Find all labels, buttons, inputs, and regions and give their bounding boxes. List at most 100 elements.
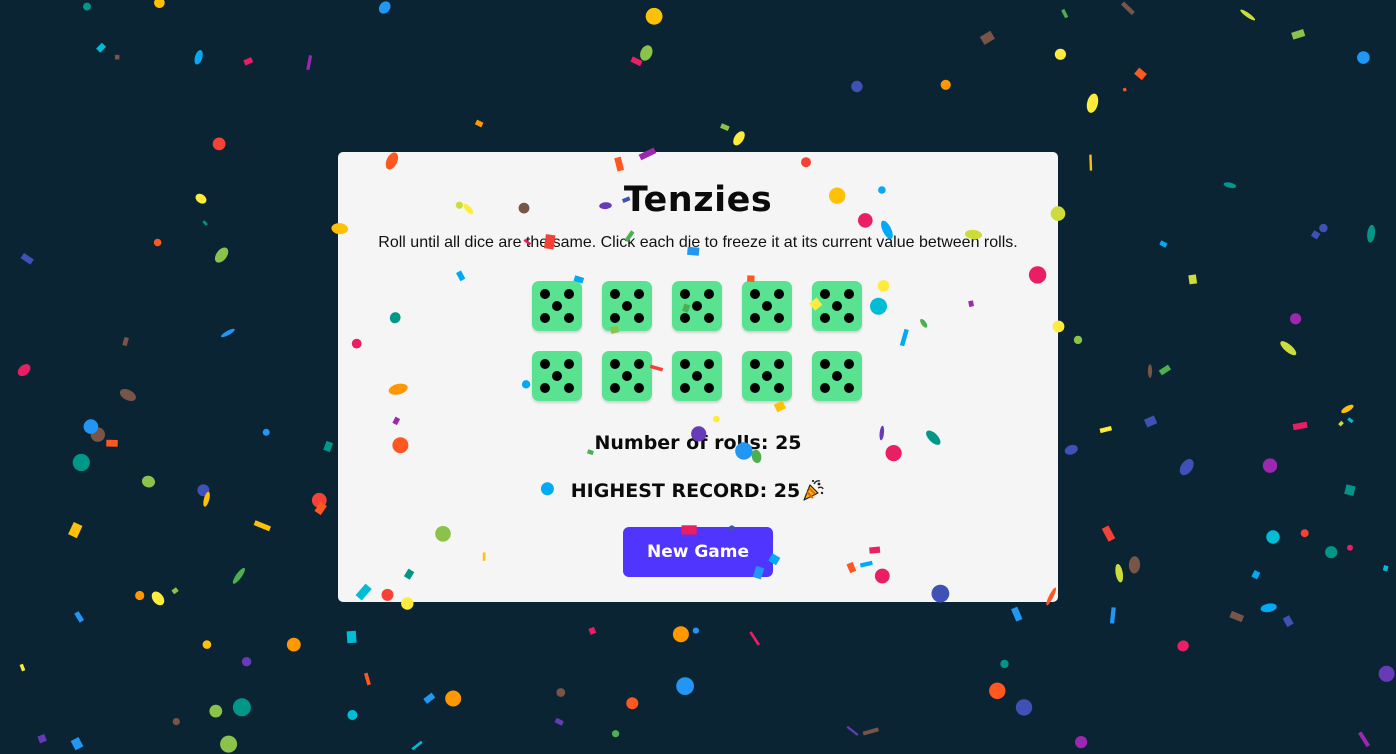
confetti-piece bbox=[1319, 223, 1328, 233]
confetti-piece bbox=[1358, 731, 1371, 748]
confetti-piece bbox=[1144, 415, 1158, 428]
confetti-piece bbox=[214, 247, 229, 263]
die-pip bbox=[564, 289, 574, 299]
confetti-piece bbox=[672, 626, 689, 643]
die-pip bbox=[844, 289, 854, 299]
die-1[interactable] bbox=[532, 281, 582, 331]
confetti-piece bbox=[70, 737, 84, 751]
confetti-piece bbox=[940, 79, 951, 90]
die-pip bbox=[634, 289, 644, 299]
confetti-piece bbox=[1223, 182, 1237, 189]
confetti-piece bbox=[1075, 736, 1088, 749]
new-game-button[interactable]: New Game bbox=[623, 527, 773, 577]
die-4[interactable] bbox=[742, 281, 792, 331]
die-pip bbox=[762, 301, 772, 311]
die-pip bbox=[832, 301, 842, 311]
confetti-piece bbox=[1229, 610, 1245, 623]
die-pip bbox=[750, 313, 760, 323]
confetti-piece bbox=[1086, 93, 1099, 113]
die-pip bbox=[680, 289, 690, 299]
confetti-piece bbox=[1260, 603, 1277, 613]
die-pip bbox=[622, 301, 632, 311]
confetti-piece bbox=[1344, 484, 1356, 496]
die-pip bbox=[844, 359, 854, 369]
confetti-piece bbox=[151, 591, 165, 606]
confetti-piece bbox=[106, 439, 118, 447]
confetti-piece bbox=[194, 50, 203, 65]
confetti-piece bbox=[1378, 665, 1395, 682]
die-6[interactable] bbox=[532, 351, 582, 401]
confetti-piece bbox=[1382, 565, 1389, 572]
die-pip bbox=[610, 383, 620, 393]
confetti-piece bbox=[221, 328, 235, 338]
die-pip bbox=[774, 289, 784, 299]
die-pip bbox=[844, 313, 854, 323]
confetti-piece bbox=[1347, 417, 1354, 424]
die-pip bbox=[540, 359, 550, 369]
confetti-piece bbox=[172, 718, 180, 726]
confetti-piece bbox=[1310, 230, 1321, 240]
die-pip bbox=[704, 313, 714, 323]
confetti-piece bbox=[1128, 556, 1141, 574]
confetti-piece bbox=[1115, 564, 1124, 583]
die-pip bbox=[692, 301, 702, 311]
die-pip bbox=[680, 313, 690, 323]
die-3[interactable] bbox=[672, 281, 722, 331]
confetti-piece bbox=[630, 56, 643, 67]
confetti-piece bbox=[1134, 67, 1147, 81]
confetti-piece bbox=[203, 491, 210, 507]
confetti-piece bbox=[1251, 570, 1261, 580]
confetti-piece bbox=[692, 627, 700, 634]
confetti-piece bbox=[1367, 224, 1376, 243]
confetti-piece bbox=[195, 193, 207, 204]
die-pip bbox=[564, 383, 574, 393]
confetti-piece bbox=[1347, 544, 1353, 551]
confetti-piece bbox=[1101, 525, 1116, 542]
confetti-piece bbox=[1054, 48, 1066, 60]
die-pip bbox=[820, 383, 830, 393]
confetti-piece bbox=[323, 440, 334, 453]
confetti-piece bbox=[1000, 659, 1009, 669]
confetti-piece bbox=[1089, 154, 1093, 171]
die-pip bbox=[750, 383, 760, 393]
confetti-piece bbox=[262, 428, 270, 436]
confetti-piece bbox=[1280, 341, 1297, 356]
die-pip bbox=[552, 301, 562, 311]
confetti-piece bbox=[989, 682, 1006, 699]
confetti-piece bbox=[83, 2, 91, 11]
confetti-piece bbox=[220, 735, 238, 753]
die-pip bbox=[634, 383, 644, 393]
confetti-piece bbox=[19, 663, 26, 672]
confetti-piece bbox=[1064, 444, 1078, 455]
confetti-piece bbox=[1109, 607, 1116, 624]
confetti-piece bbox=[202, 220, 208, 226]
highest-record-text: HIGHEST RECORD: 25 bbox=[570, 480, 801, 502]
die-pip bbox=[704, 289, 714, 299]
confetti-piece bbox=[122, 336, 129, 347]
die-10[interactable] bbox=[812, 351, 862, 401]
die-pip bbox=[540, 313, 550, 323]
confetti-piece bbox=[37, 734, 47, 744]
die-9[interactable] bbox=[742, 351, 792, 401]
confetti-piece bbox=[135, 590, 145, 601]
die-8[interactable] bbox=[672, 351, 722, 401]
confetti-piece bbox=[171, 587, 179, 595]
game-card: Tenzies Roll until all dice are the same… bbox=[338, 152, 1058, 602]
die-pip bbox=[750, 359, 760, 369]
confetti-piece bbox=[423, 692, 436, 704]
die-5[interactable] bbox=[812, 281, 862, 331]
die-pip bbox=[704, 383, 714, 393]
confetti-piece bbox=[851, 80, 863, 93]
die-pip bbox=[774, 383, 784, 393]
confetti-piece bbox=[1188, 274, 1198, 285]
die-2[interactable] bbox=[602, 281, 652, 331]
die-pip bbox=[692, 371, 702, 381]
confetti-piece bbox=[212, 137, 226, 151]
die-pip bbox=[820, 313, 830, 323]
confetti-piece bbox=[612, 730, 620, 738]
die-pip bbox=[832, 371, 842, 381]
confetti-piece bbox=[96, 42, 107, 53]
die-7[interactable] bbox=[602, 351, 652, 401]
confetti-piece bbox=[474, 119, 484, 128]
die-pip bbox=[774, 359, 784, 369]
